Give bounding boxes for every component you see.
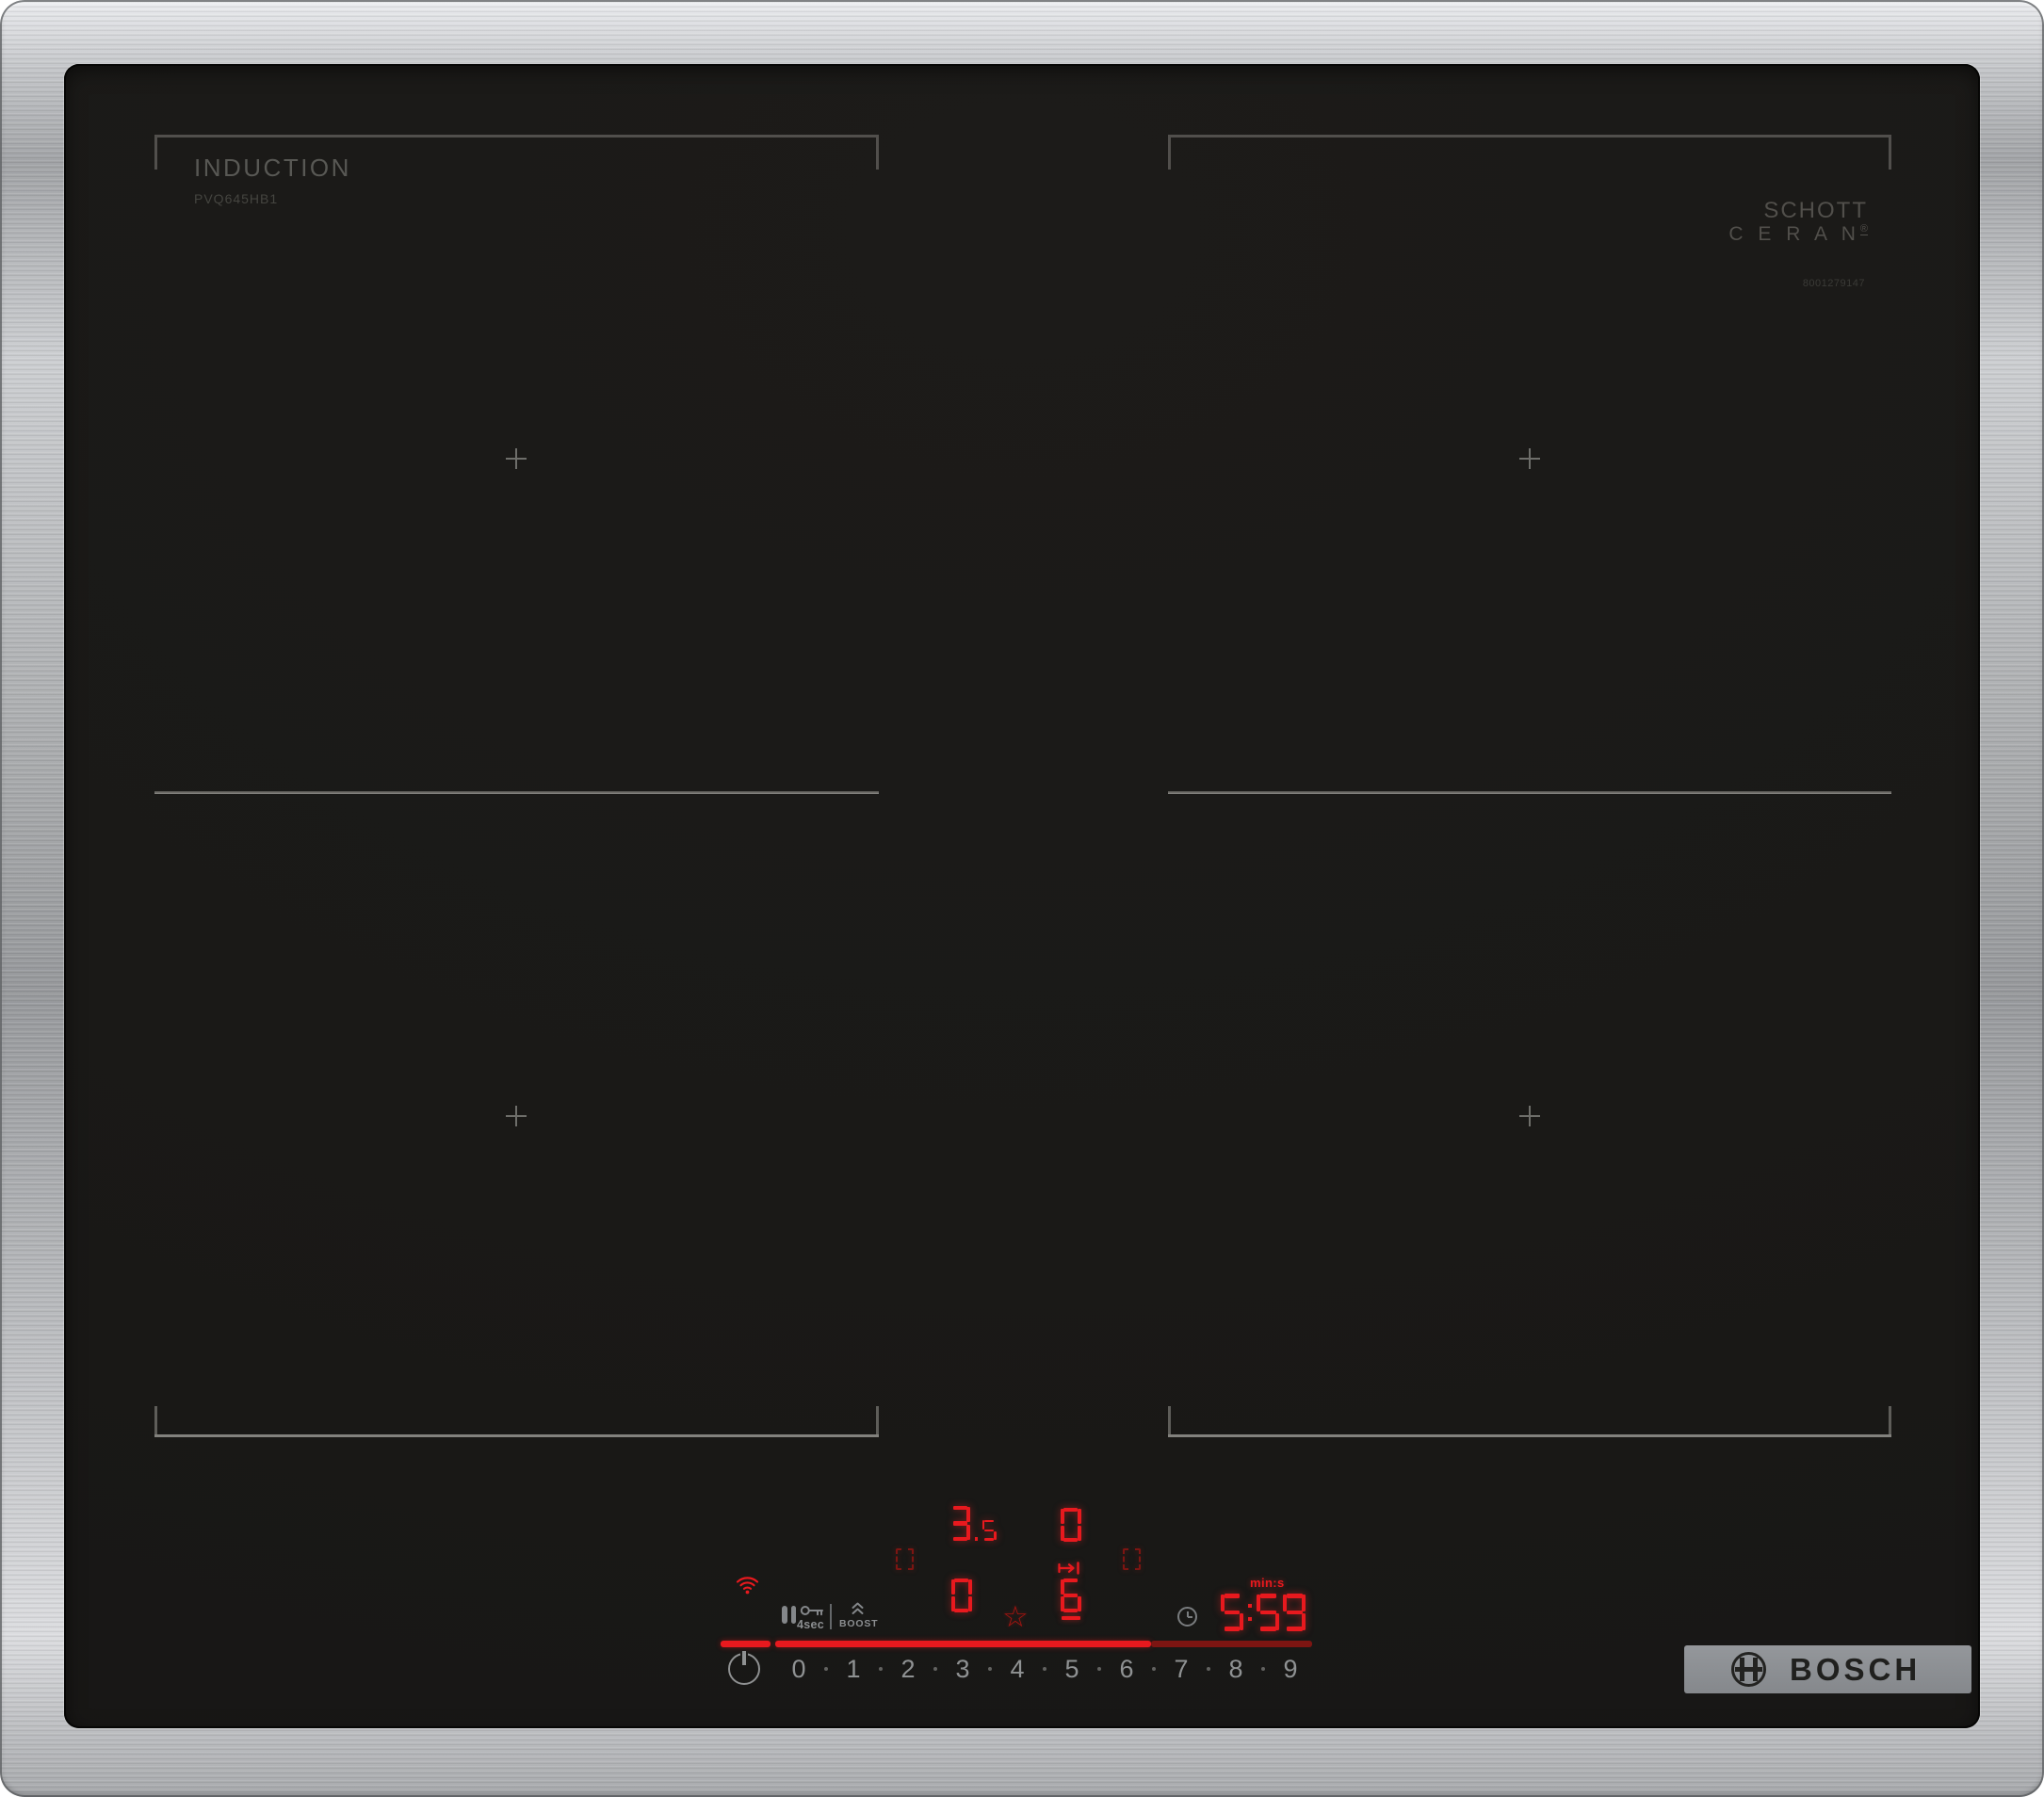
favorite-star-icon[interactable]: ☆ (1002, 1603, 1029, 1632)
zone-outline-rear-left (154, 135, 879, 170)
zone-outline-front-left (154, 1406, 879, 1437)
power-level-8[interactable]: 8 (1222, 1655, 1250, 1684)
scale-dot (1261, 1667, 1265, 1671)
bosch-logo-text: BOSCH (1790, 1651, 1922, 1687)
pan-center-mark-front-left (506, 1106, 527, 1126)
boost-label[interactable]: BOOST (839, 1618, 878, 1629)
boost-chevron-icon[interactable] (851, 1602, 865, 1615)
power-slider-segment-left[interactable] (721, 1641, 771, 1647)
scale-dot (879, 1667, 883, 1671)
part-number: 8001279147 (1802, 278, 1865, 289)
power-level-4[interactable]: 4 (1003, 1655, 1031, 1684)
zone-power-display-front-left[interactable] (951, 1578, 972, 1612)
scale-dot (1043, 1667, 1046, 1671)
power-level-1[interactable]: 1 (839, 1655, 868, 1684)
induction-cooktop: INDUCTION PVQ645HB1 SCHOTT C E R A N® 80… (0, 0, 2044, 1797)
zone-power-display-rear-right[interactable] (1061, 1508, 1081, 1542)
pause-icon[interactable] (782, 1606, 796, 1624)
power-level-9[interactable]: 9 (1276, 1655, 1305, 1684)
bosch-logo-icon (1731, 1652, 1766, 1687)
zone-outline-rear-right (1168, 135, 1891, 170)
power-level-3[interactable]: 3 (949, 1655, 977, 1684)
timer-unit-label: min:s (1250, 1576, 1285, 1590)
power-slider-track-dim[interactable] (1151, 1641, 1312, 1647)
timer-zone-indicator (1062, 1616, 1080, 1620)
move-pot-arrow-icon (1058, 1562, 1083, 1575)
zone-power-display-rear-left[interactable] (949, 1506, 997, 1541)
scale-dot (988, 1667, 992, 1671)
zone-divider-left (154, 791, 879, 794)
wifi-icon (736, 1575, 759, 1595)
child-lock-key-icon[interactable] (800, 1603, 824, 1618)
pan-center-mark-rear-right (1519, 448, 1540, 469)
scale-dot (1207, 1667, 1210, 1671)
timer-display[interactable] (1221, 1594, 1306, 1631)
power-level-0[interactable]: 0 (785, 1655, 813, 1684)
glass-brand-logo: SCHOTT C E R A N® (1728, 198, 1868, 246)
timer-clock-icon[interactable] (1177, 1607, 1197, 1627)
power-level-5[interactable]: 5 (1058, 1655, 1086, 1684)
power-level-2[interactable]: 2 (894, 1655, 922, 1684)
zone-select-right-icon (1123, 1548, 1141, 1570)
power-level-7[interactable]: 7 (1167, 1655, 1195, 1684)
pan-center-mark-rear-left (506, 448, 527, 469)
scale-dot (824, 1667, 828, 1671)
panel-divider (830, 1604, 832, 1629)
child-lock-hold-label: 4sec (797, 1618, 825, 1631)
model-number: PVQ645HB1 (194, 191, 279, 206)
zone-divider-right (1168, 791, 1891, 794)
scale-dot (933, 1667, 937, 1671)
zone-outline-front-right (1168, 1406, 1891, 1437)
power-level-scale[interactable]: 0123456789 (785, 1654, 1305, 1684)
bosch-logo-band: BOSCH (1684, 1645, 1971, 1693)
ceramic-glass-surface (64, 64, 1980, 1728)
power-slider-track-active[interactable] (775, 1641, 1151, 1647)
scale-dot (1152, 1667, 1156, 1671)
zone-select-left-icon (896, 1548, 914, 1570)
pan-center-mark-front-right (1519, 1106, 1540, 1126)
power-level-6[interactable]: 6 (1112, 1655, 1141, 1684)
power-button[interactable] (728, 1651, 760, 1685)
trademark-symbol: ® (1859, 223, 1868, 236)
zone-power-display-front-right[interactable] (1061, 1578, 1081, 1612)
scale-dot (1097, 1667, 1101, 1671)
